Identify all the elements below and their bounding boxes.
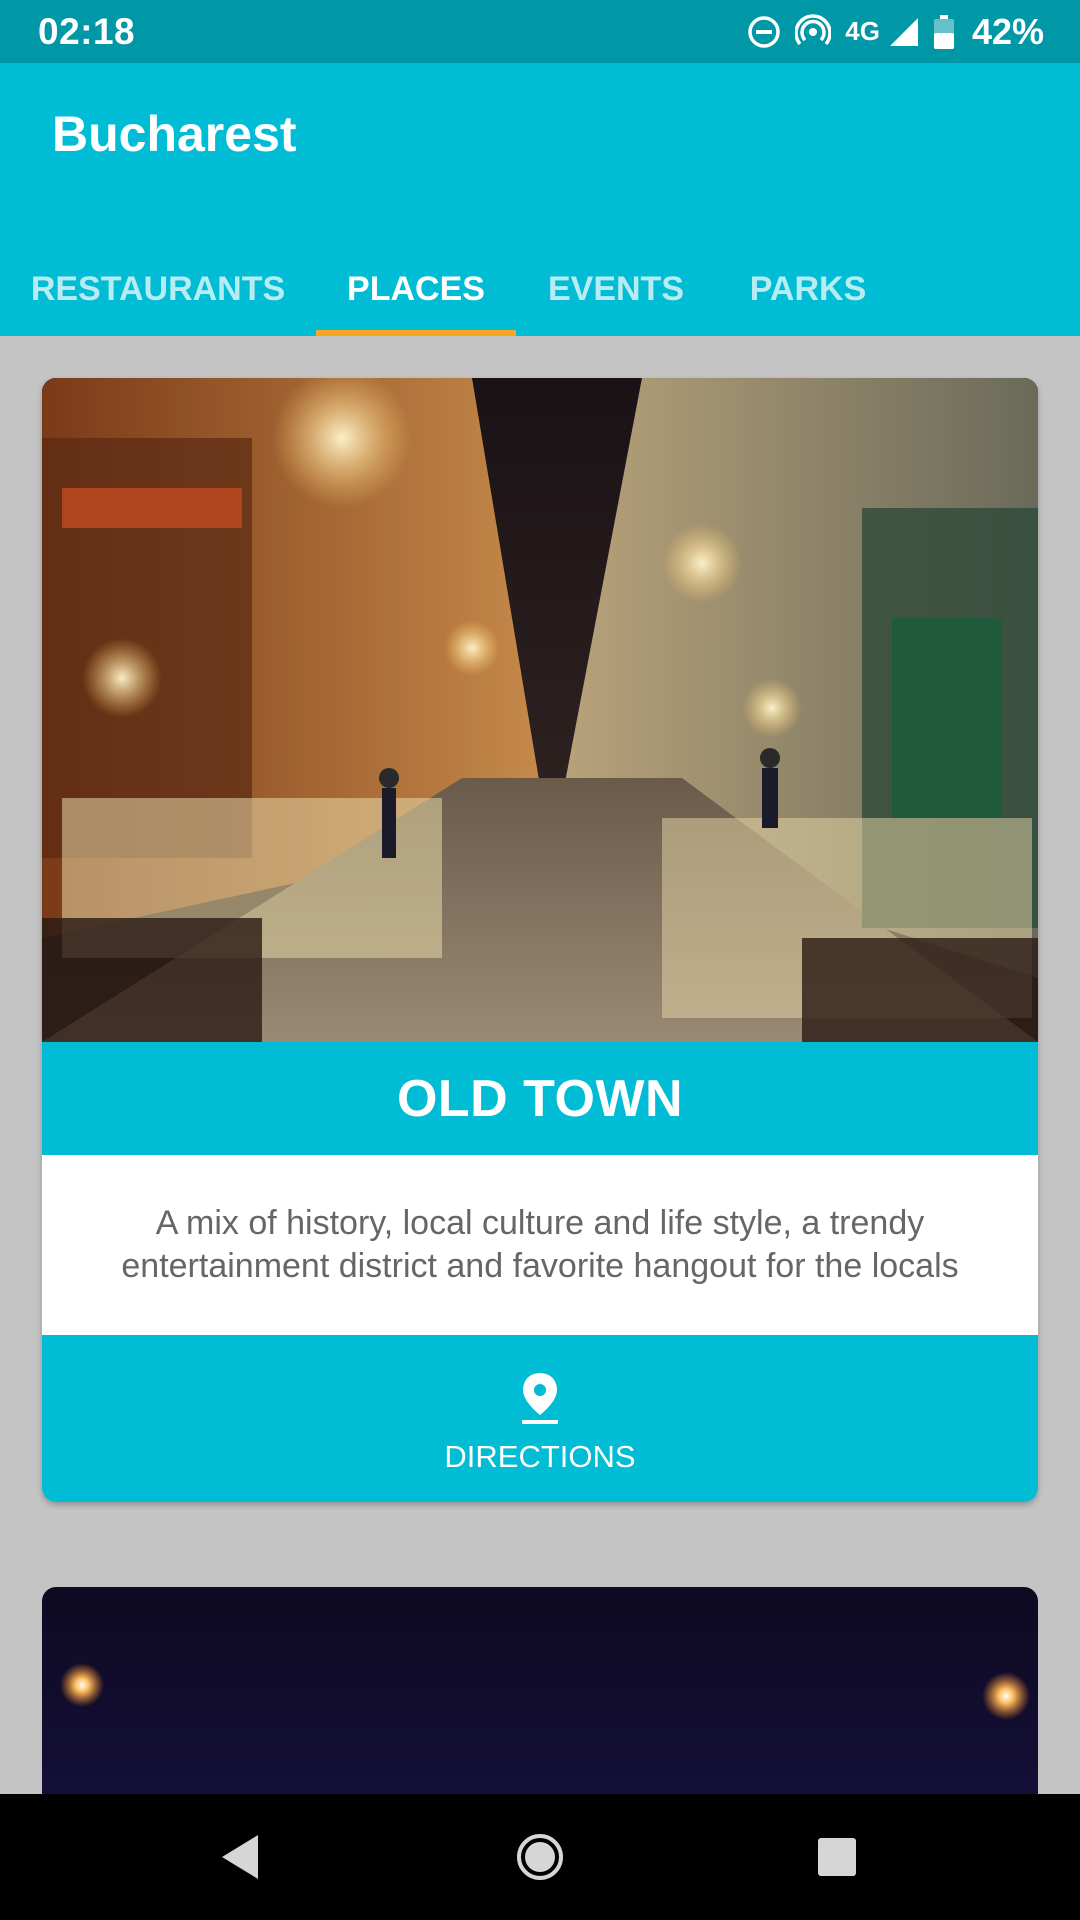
battery-icon bbox=[933, 14, 954, 49]
tab-restaurants[interactable]: RESTAURANTS bbox=[8, 248, 308, 336]
tab-events[interactable]: EVENTS bbox=[524, 248, 708, 336]
location-pin-icon bbox=[518, 1371, 562, 1425]
back-button[interactable] bbox=[190, 1794, 290, 1920]
tab-indicator bbox=[316, 330, 516, 336]
do-not-disturb-icon bbox=[747, 15, 781, 49]
recents-icon bbox=[818, 1838, 856, 1876]
tab-bar: RESTAURANTS PLACES EVENTS PARKS bbox=[0, 248, 1080, 336]
place-image bbox=[42, 378, 1038, 1042]
place-description: A mix of history, local culture and life… bbox=[121, 1204, 959, 1285]
signal-icon bbox=[888, 16, 920, 48]
status-time: 02:18 bbox=[38, 10, 136, 52]
hotspot-icon bbox=[795, 13, 832, 50]
back-icon bbox=[222, 1835, 258, 1879]
home-button[interactable] bbox=[490, 1794, 590, 1920]
navigation-bar bbox=[0, 1794, 1080, 1920]
app-bar: Bucharest RESTAURANTS PLACES EVENTS PARK… bbox=[0, 63, 1080, 336]
directions-button[interactable]: DIRECTIONS bbox=[42, 1335, 1038, 1502]
tab-parks[interactable]: PARKS bbox=[716, 248, 900, 336]
place-title: OLD TOWN bbox=[396, 1069, 684, 1128]
network-type: 4G bbox=[845, 16, 880, 46]
place-card[interactable]: OLD TOWN A mix of history, local culture… bbox=[42, 378, 1038, 1502]
battery-percent: 42% bbox=[971, 10, 1044, 52]
directions-label: DIRECTIONS bbox=[444, 1439, 636, 1474]
recents-button[interactable] bbox=[787, 1794, 887, 1920]
page-title: Bucharest bbox=[52, 106, 297, 162]
status-icons: 4G 42% bbox=[747, 11, 1044, 53]
place-title-band: OLD TOWN bbox=[42, 1042, 1038, 1155]
place-description-area: A mix of history, local culture and life… bbox=[42, 1155, 1038, 1335]
home-icon bbox=[517, 1834, 563, 1880]
tab-places[interactable]: PLACES bbox=[316, 248, 516, 336]
place-image-2 bbox=[60, 1663, 1030, 1720]
status-bar: 02:18 4G 42% bbox=[0, 0, 1080, 63]
